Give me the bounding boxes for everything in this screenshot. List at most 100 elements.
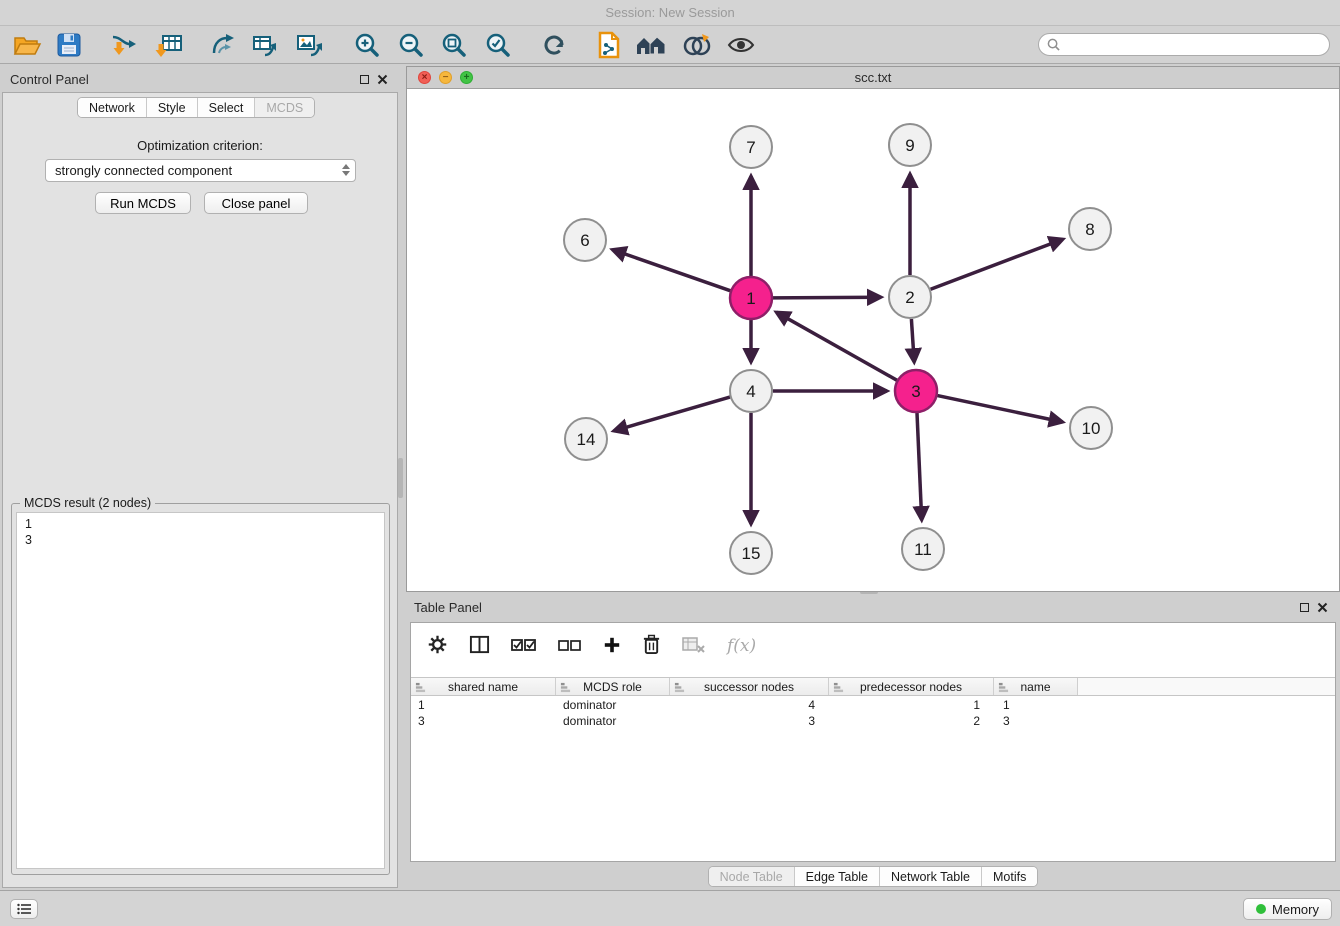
tab-edge-table[interactable]: Edge Table <box>795 867 880 886</box>
svg-text:1: 1 <box>746 289 755 308</box>
graph-node-3[interactable]: 3 <box>895 370 937 412</box>
column-sort-icon <box>674 682 685 693</box>
refresh-button[interactable] <box>535 29 573 61</box>
tab-style[interactable]: Style <box>147 98 198 117</box>
network-graph-canvas[interactable]: 7 9 6 8 1 2 4 3 14 10 15 11 <box>407 89 1339 592</box>
column-header-shared-name[interactable]: shared name <box>411 678 556 695</box>
criterion-dropdown[interactable]: strongly connected component <box>45 159 356 182</box>
cell-mcds-role[interactable]: dominator <box>556 698 670 712</box>
control-panel-close-button[interactable] <box>377 73 388 88</box>
graphics-details-eye-button[interactable] <box>722 29 760 61</box>
tab-select[interactable]: Select <box>198 98 256 117</box>
window-zoom-button[interactable]: + <box>460 71 473 84</box>
export-image-icon <box>296 32 324 58</box>
toolbar-search[interactable] <box>1038 33 1330 56</box>
zoom-out-button[interactable] <box>392 29 430 61</box>
task-history-button[interactable] <box>10 899 38 919</box>
table-tabs: Node Table Edge Table Network Table Moti… <box>406 866 1340 887</box>
network-window-titlebar[interactable]: scc.txt <box>407 67 1339 89</box>
ndex-homes-button[interactable] <box>632 29 670 61</box>
import-network-button[interactable] <box>104 29 142 61</box>
cell-name[interactable]: 1 <box>994 698 1078 712</box>
graph-node-4[interactable]: 4 <box>730 370 772 412</box>
control-panel: Network Style Select MCDS Optimization c… <box>2 92 398 888</box>
graph-node-1[interactable]: 1 <box>730 277 772 319</box>
cell-name[interactable]: 3 <box>994 714 1078 728</box>
zoom-selected-button[interactable] <box>479 29 517 61</box>
graph-edge-3-11[interactable] <box>917 413 922 520</box>
select-all-columns-button[interactable] <box>511 636 537 657</box>
cell-predecessor-nodes[interactable]: 2 <box>829 714 994 728</box>
table-row[interactable]: 1 dominator 4 1 1 <box>411 697 1335 713</box>
graph-edge-1-6[interactable] <box>612 250 730 291</box>
style-venn-button[interactable] <box>678 29 716 61</box>
mcds-result-text[interactable]: 1 3 <box>16 512 385 869</box>
cell-successor-nodes[interactable]: 4 <box>670 698 829 712</box>
memory-button[interactable]: Memory <box>1243 898 1332 920</box>
tab-network-table[interactable]: Network Table <box>880 867 982 886</box>
search-input[interactable] <box>1065 38 1321 52</box>
table-panel-close-button[interactable] <box>1317 601 1328 616</box>
graph-node-15[interactable]: 15 <box>730 532 772 574</box>
graph-node-10[interactable]: 10 <box>1070 407 1112 449</box>
save-session-button[interactable] <box>50 29 88 61</box>
zoom-fit-button[interactable] <box>435 29 473 61</box>
run-mcds-button[interactable]: Run MCDS <box>95 192 191 214</box>
graph-node-9[interactable]: 9 <box>889 124 931 166</box>
graph-node-2[interactable]: 2 <box>889 276 931 318</box>
share-network-button[interactable] <box>204 29 242 61</box>
tab-mcds[interactable]: MCDS <box>255 98 314 117</box>
cell-shared-name[interactable]: 1 <box>411 698 556 712</box>
add-column-button[interactable] <box>603 636 621 657</box>
ndex-homes-icon <box>635 33 667 57</box>
export-image-button[interactable] <box>291 29 329 61</box>
table-panel-float-button[interactable] <box>1300 603 1309 612</box>
graph-edge-3-10[interactable] <box>938 396 1063 422</box>
graph-edge-2-3[interactable] <box>911 319 914 362</box>
float-window-icon <box>360 75 369 84</box>
cell-successor-nodes[interactable]: 3 <box>670 714 829 728</box>
network-from-document-button[interactable] <box>590 29 628 61</box>
graph-node-14[interactable]: 14 <box>565 418 607 460</box>
table-settings-button[interactable] <box>427 634 448 658</box>
graph-edge-1-2[interactable] <box>773 297 881 298</box>
graph-node-6[interactable]: 6 <box>564 219 606 261</box>
graph-node-11[interactable]: 11 <box>902 528 944 570</box>
cell-mcds-role[interactable]: dominator <box>556 714 670 728</box>
tab-network[interactable]: Network <box>78 98 147 117</box>
export-table-button[interactable] <box>247 29 285 61</box>
column-header-successor-nodes[interactable]: successor nodes <box>670 678 829 695</box>
column-header-mcds-role[interactable]: MCDS role <box>556 678 670 695</box>
vertical-splitter-handle[interactable] <box>398 458 403 498</box>
column-visibility-button[interactable] <box>469 634 490 658</box>
svg-text:6: 6 <box>580 231 589 250</box>
window-close-button[interactable]: × <box>418 71 431 84</box>
graph-node-7[interactable]: 7 <box>730 126 772 168</box>
graph-edge-3-1[interactable] <box>776 312 897 380</box>
close-panel-button[interactable]: Close panel <box>204 192 308 214</box>
tab-motifs[interactable]: Motifs <box>982 867 1037 886</box>
cell-predecessor-nodes[interactable]: 1 <box>829 698 994 712</box>
graph-node-8[interactable]: 8 <box>1069 208 1111 250</box>
column-header-predecessor-nodes[interactable]: predecessor nodes <box>829 678 994 695</box>
column-header-filler <box>1078 678 1335 695</box>
column-header-name[interactable]: name <box>994 678 1078 695</box>
zoom-in-button[interactable] <box>348 29 386 61</box>
graph-edge-4-14[interactable] <box>614 397 730 431</box>
cell-shared-name[interactable]: 3 <box>411 714 556 728</box>
deselect-all-columns-button[interactable] <box>558 637 582 656</box>
window-minimize-button[interactable]: − <box>439 71 452 84</box>
import-table-button[interactable] <box>150 29 188 61</box>
table-row[interactable]: 3 dominator 3 2 3 <box>411 713 1335 729</box>
tab-node-table[interactable]: Node Table <box>709 867 795 886</box>
open-file-button[interactable] <box>8 29 46 61</box>
checked-boxes-icon <box>511 636 537 654</box>
criterion-dropdown-value: strongly connected component <box>55 163 232 178</box>
svg-text:7: 7 <box>746 138 755 157</box>
graph-edge-2-8[interactable] <box>931 239 1063 289</box>
delete-column-button[interactable] <box>642 634 661 658</box>
delete-table-button[interactable] <box>682 636 706 657</box>
function-builder-button[interactable]: f(x) <box>727 636 756 656</box>
svg-text:14: 14 <box>577 430 596 449</box>
control-panel-float-button[interactable] <box>360 75 369 84</box>
